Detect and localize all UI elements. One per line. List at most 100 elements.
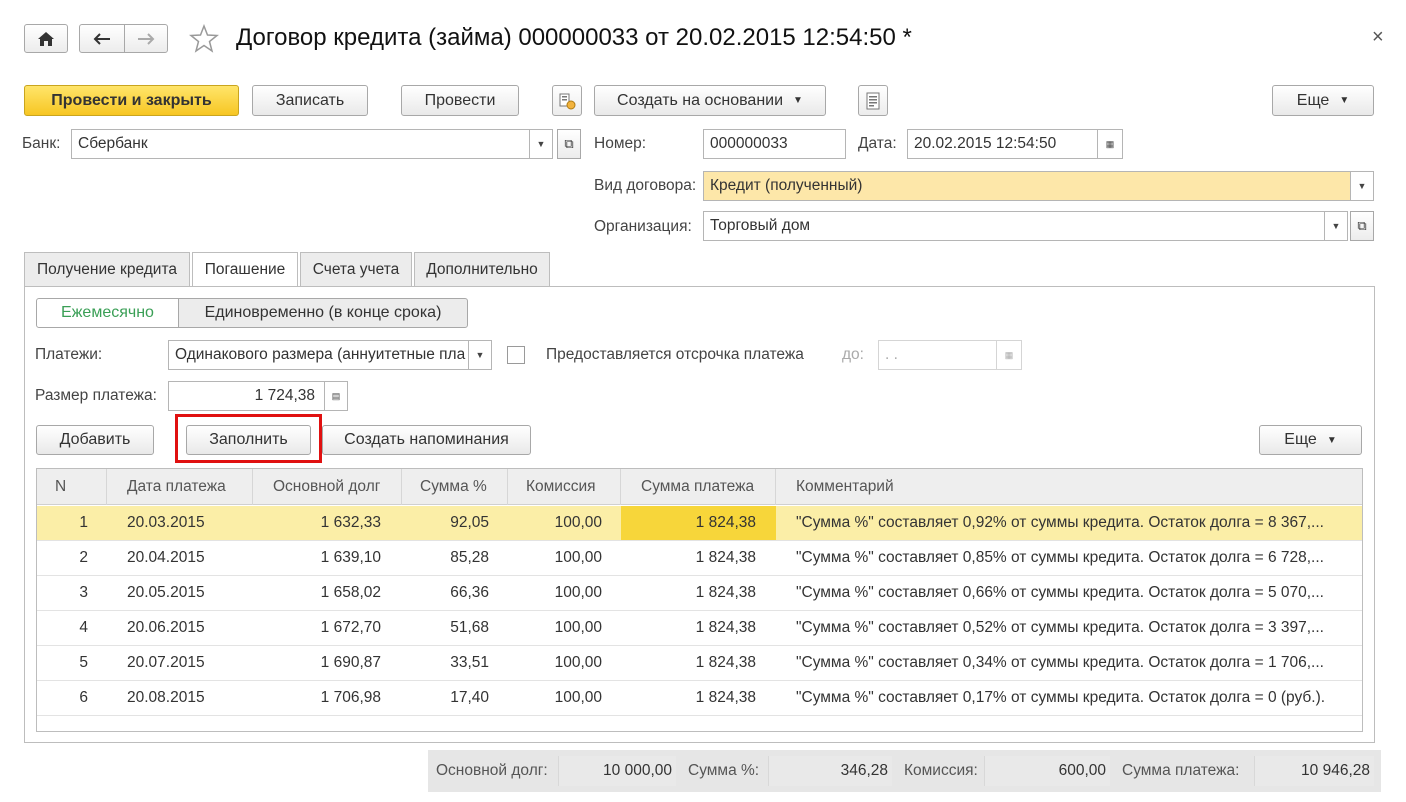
cell-payment[interactable]: 1 824,38	[621, 506, 776, 540]
tab-accounts[interactable]: Счета учета	[300, 252, 412, 286]
cell-n: 1	[79, 514, 88, 531]
cell-n: 5	[79, 654, 88, 671]
bank-field[interactable]: Сбербанк ▼	[71, 129, 553, 159]
date-value: 20.02.2015 12:54:50	[914, 135, 1057, 152]
tab-credit-receipt[interactable]: Получение кредита	[24, 252, 190, 286]
mode-once-button[interactable]: Единовременно (в конце срока)	[178, 298, 468, 328]
bank-value: Сбербанк	[78, 135, 148, 152]
cell-n: 3	[79, 584, 88, 601]
cell-n: 2	[79, 549, 88, 566]
cell-commission: 100,00	[554, 549, 602, 566]
forward-button[interactable]	[124, 24, 168, 53]
table-row[interactable]: 3 20.05.2015 1 658,02 66,36 100,00 1 824…	[37, 576, 1362, 611]
calendar-icon[interactable]: ▦	[1097, 130, 1122, 158]
star-icon[interactable]	[189, 24, 219, 54]
create-reminders-button[interactable]: Создать напоминания	[322, 425, 531, 455]
create-based-on-button[interactable]: Создать на основании ▼	[594, 85, 826, 116]
table-more-button[interactable]: Еще ▼	[1259, 425, 1362, 455]
more-button[interactable]: Еще ▼	[1272, 85, 1374, 116]
organization-label: Организация:	[594, 218, 692, 235]
open-icon[interactable]: ⧉	[1350, 211, 1374, 241]
report-icon	[866, 92, 880, 109]
open-icon[interactable]: ⧉	[557, 129, 581, 159]
home-button[interactable]	[24, 24, 68, 53]
cell-comment: "Сумма %" составляет 0,66% от суммы кред…	[796, 584, 1324, 601]
date-field[interactable]: 20.02.2015 12:54:50 ▦	[907, 129, 1123, 159]
contract-type-field[interactable]: Кредит (полученный) ▼	[703, 171, 1374, 201]
payment-size-value: 1 724,38	[254, 387, 315, 404]
total-principal-value: 10 000,00	[558, 756, 676, 786]
cell-commission: 100,00	[554, 584, 602, 601]
table-row[interactable]: 2 20.04.2015 1 639,10 85,28 100,00 1 824…	[37, 541, 1362, 576]
table-row[interactable]: 4 20.06.2015 1 672,70 51,68 100,00 1 824…	[37, 611, 1362, 646]
table-row[interactable]: 1 20.03.2015 1 632,33 92,05 100,00 1 824…	[37, 506, 1362, 541]
table-row[interactable]: 6 20.08.2015 1 706,98 17,40 100,00 1 824…	[37, 681, 1362, 716]
dropdown-icon[interactable]: ▼	[529, 130, 552, 158]
cell-commission: 100,00	[554, 689, 602, 706]
structure-button[interactable]	[552, 85, 582, 116]
cell-comment: "Сумма %" составляет 0,92% от суммы кред…	[796, 514, 1324, 531]
tab-repayment[interactable]: Погашение	[192, 252, 298, 287]
column-header-principal[interactable]: Основной долг	[253, 469, 402, 505]
tab-additional[interactable]: Дополнительно	[414, 252, 550, 286]
deferral-checkbox[interactable]	[507, 346, 525, 364]
total-commission-label: Комиссия:	[904, 762, 978, 779]
cell-commission: 100,00	[554, 514, 602, 531]
cell-payment: 1 824,38	[695, 619, 756, 636]
column-header-date[interactable]: Дата платежа	[107, 469, 253, 505]
cell-date: 20.03.2015	[127, 514, 205, 531]
total-payment-label: Сумма платежа:	[1122, 762, 1240, 779]
cell-principal: 1 639,10	[320, 549, 381, 566]
cell-date: 20.08.2015	[127, 689, 205, 706]
cell-n: 4	[79, 619, 88, 636]
payments-value: Одинакового размера (аннуитетные пла	[175, 346, 466, 363]
cell-interest: 51,68	[450, 619, 489, 636]
cell-payment: 1 824,38	[695, 689, 756, 706]
number-field[interactable]: 000000033	[703, 129, 846, 159]
total-interest-label: Сумма %:	[688, 762, 760, 779]
contract-type-value: Кредит (полученный)	[710, 177, 863, 194]
dropdown-icon[interactable]: ▼	[468, 341, 491, 369]
close-icon[interactable]: ×	[1372, 26, 1384, 49]
column-header-commission[interactable]: Комиссия	[508, 469, 621, 505]
add-button[interactable]: Добавить	[36, 425, 154, 455]
calendar-icon[interactable]: ▦	[996, 341, 1021, 369]
organization-field[interactable]: Торговый дом ▼	[703, 211, 1348, 241]
organization-value: Торговый дом	[710, 217, 811, 234]
structure-icon	[559, 93, 576, 109]
mode-monthly-button[interactable]: Ежемесячно	[36, 298, 179, 328]
post-and-close-button[interactable]: Провести и закрыть	[24, 85, 239, 116]
payment-size-field[interactable]: 1 724,38 ▤	[168, 381, 348, 411]
column-header-interest[interactable]: Сумма %	[402, 469, 508, 505]
cell-interest: 92,05	[450, 514, 489, 531]
cell-comment: "Сумма %" составляет 0,52% от суммы кред…	[796, 619, 1324, 636]
until-date-field[interactable]: . . ▦	[878, 340, 1022, 370]
column-header-n[interactable]: N	[37, 469, 107, 505]
cell-principal: 1 706,98	[320, 689, 381, 706]
number-value: 000000033	[710, 135, 788, 152]
calculator-icon[interactable]: ▤	[324, 382, 347, 410]
cell-date: 20.06.2015	[127, 619, 205, 636]
cell-comment: "Сумма %" составляет 0,85% от суммы кред…	[796, 549, 1324, 566]
report-button[interactable]	[858, 85, 888, 116]
column-header-payment[interactable]: Сумма платежа	[621, 469, 776, 505]
more-label: Еще	[1296, 91, 1330, 109]
dropdown-icon[interactable]: ▼	[1324, 212, 1347, 240]
cell-comment: "Сумма %" составляет 0,34% от суммы кред…	[796, 654, 1324, 671]
cell-date: 20.07.2015	[127, 654, 205, 671]
total-commission-value: 600,00	[984, 756, 1110, 786]
write-button[interactable]: Записать	[252, 85, 368, 116]
payments-field[interactable]: Одинакового размера (аннуитетные пла ▼	[168, 340, 492, 370]
dropdown-icon[interactable]: ▼	[1350, 172, 1373, 200]
chevron-down-icon: ▼	[793, 95, 803, 106]
back-button[interactable]	[79, 24, 125, 53]
cell-comment: "Сумма %" составляет 0,17% от суммы кред…	[796, 689, 1326, 706]
until-label: до:	[842, 346, 864, 363]
table-row[interactable]: 5 20.07.2015 1 690,87 33,51 100,00 1 824…	[37, 646, 1362, 681]
cell-payment: 1 824,38	[695, 549, 756, 566]
payments-label: Платежи:	[35, 346, 103, 363]
post-button[interactable]: Провести	[401, 85, 519, 116]
column-header-comment[interactable]: Комментарий	[776, 469, 1362, 505]
chevron-down-icon: ▼	[1326, 434, 1337, 446]
cell-principal: 1 672,70	[320, 619, 381, 636]
